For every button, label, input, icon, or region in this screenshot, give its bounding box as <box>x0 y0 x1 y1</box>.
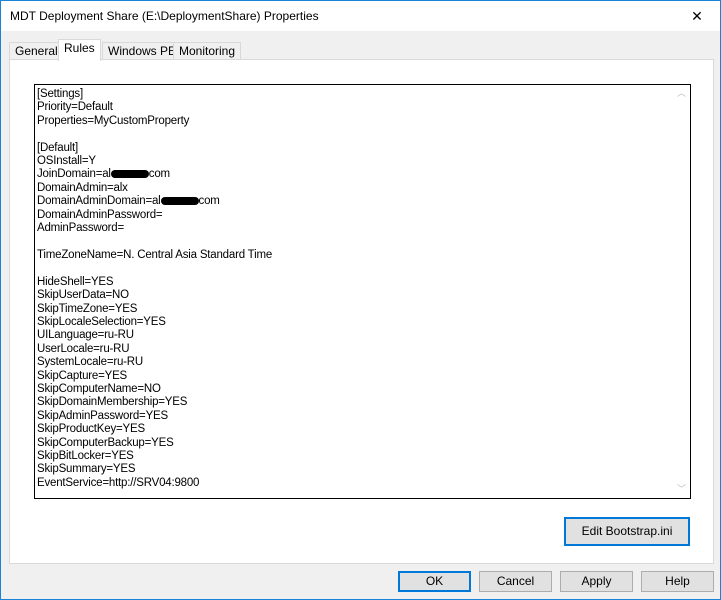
rule-text: JoinDomain=al <box>37 168 111 181</box>
rule-text: com <box>198 195 220 208</box>
cancel-button[interactable]: Cancel <box>479 571 552 592</box>
rule-line: DomainAdminDomain=al com <box>37 195 272 208</box>
tab-general[interactable]: General <box>9 42 64 60</box>
tab-windows-pe[interactable]: Windows PE <box>102 42 183 60</box>
tab-monitoring[interactable]: Monitoring <box>173 42 242 60</box>
rule-line: SkipAdminPassword=YES <box>37 409 168 422</box>
rule-line: EventService=http://SRV04:9800 <box>37 476 200 489</box>
rule-line: SkipComputerBackup=YES <box>37 436 174 449</box>
scroll-down-icon[interactable]: ﹀ <box>673 481 690 498</box>
help-button[interactable]: Help <box>641 571 714 592</box>
rule-line: OSInstall=Y <box>37 155 96 168</box>
scrollbar[interactable]: ︿ ﹀ <box>673 85 690 498</box>
rule-line <box>37 128 272 141</box>
window-title: MDT Deployment Share (E:\DeploymentShare… <box>10 9 319 23</box>
scroll-up-icon[interactable]: ︿ <box>673 85 690 102</box>
apply-button[interactable]: Apply <box>560 571 633 592</box>
rule-line: SkipProductKey=YES <box>37 423 145 436</box>
rule-line <box>37 235 272 248</box>
rule-line: DomainAdminPassword= <box>37 208 163 221</box>
rule-line: SkipBitLocker=YES <box>37 449 134 462</box>
rule-line: AdminPassword= <box>37 222 125 235</box>
rule-line: UILanguage=ru-RU <box>37 329 134 342</box>
rule-line: SkipComputerName=NO <box>37 382 161 395</box>
rule-line: HideShell=YES <box>37 275 114 288</box>
redaction-mark <box>160 197 199 206</box>
close-icon[interactable]: ✕ <box>674 1 720 31</box>
rule-line: SkipDomainMembership=YES <box>37 396 188 409</box>
rule-text: com <box>148 168 170 181</box>
tab-rules[interactable]: Rules <box>58 39 101 61</box>
redaction-mark <box>110 170 149 179</box>
rule-line: SkipCapture=YES <box>37 369 128 382</box>
rules-textarea[interactable]: [Settings] Priority=Default Properties=MyC… <box>34 84 691 499</box>
ok-button[interactable]: OK <box>398 571 471 592</box>
rule-line: TimeZoneName=N. Central Asia Standard Ti… <box>37 248 273 261</box>
rule-line: SkipUserData=NO <box>37 289 129 302</box>
rule-line: Properties=MyCustomProperty <box>37 114 190 127</box>
title-bar: MDT Deployment Share (E:\DeploymentShare… <box>1 1 720 31</box>
rule-line: [Default] <box>37 141 79 154</box>
rule-line: SkipLocaleSelection=YES <box>37 315 166 328</box>
edit-bootstrap-button[interactable]: Edit Bootstrap.ini <box>564 517 690 546</box>
rule-line: UserLocale=ru-RU <box>37 342 130 355</box>
rule-line: DomainAdmin=alx <box>37 181 128 194</box>
rules-text[interactable]: [Settings] Priority=Default Properties=MyC… <box>37 88 272 490</box>
rule-text: DomainAdminDomain=al <box>37 195 161 208</box>
rule-line: [Settings] <box>37 88 83 100</box>
rule-line: SkipSummary=YES <box>37 463 136 476</box>
rule-line <box>37 262 272 275</box>
properties-dialog: MDT Deployment Share (E:\DeploymentShare… <box>0 0 721 600</box>
rule-line: SkipTimeZone=YES <box>37 302 138 315</box>
rule-line: SystemLocale=ru-RU <box>37 356 144 369</box>
rule-line: Priority=Default <box>37 101 113 114</box>
rule-line: JoinDomain=al com <box>37 168 272 181</box>
